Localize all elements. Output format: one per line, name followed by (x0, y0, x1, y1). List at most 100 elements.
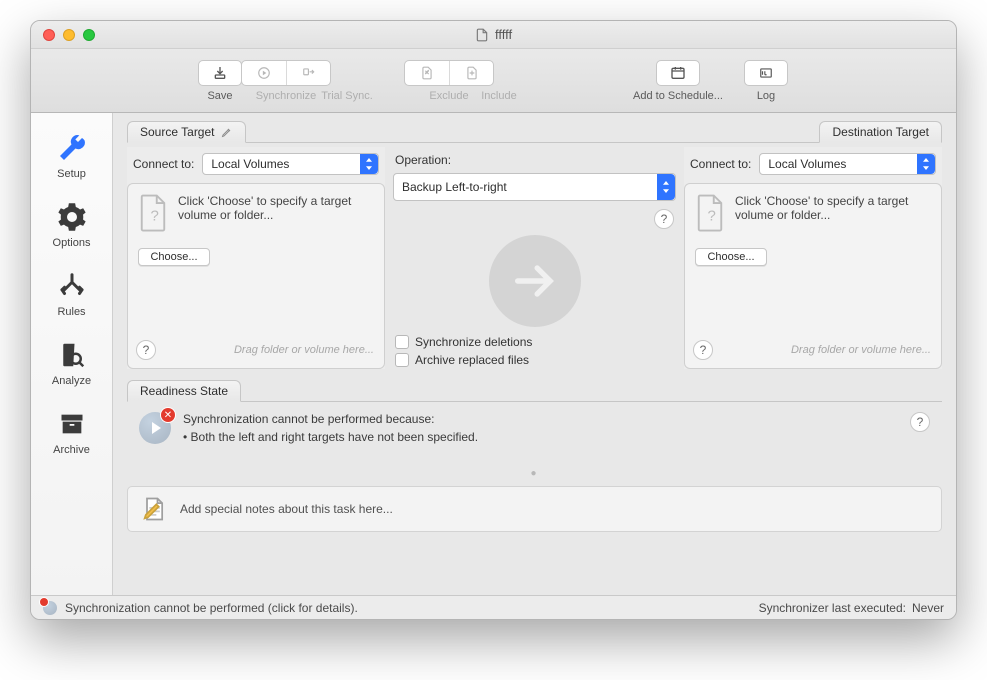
tab-readiness-state[interactable]: Readiness State (127, 380, 241, 402)
sidebar-label-setup: Setup (57, 168, 86, 180)
svg-text:?: ? (708, 208, 716, 225)
status-last-executed-label: Synchronizer last executed: (759, 601, 906, 615)
toolbar-include[interactable]: Include (475, 60, 523, 102)
sidebar: Setup Options Rules Analyze (31, 113, 113, 595)
source-connect-select[interactable]: Local Volumes (202, 153, 379, 175)
toolbar-add-schedule-label: Add to Schedule... (633, 90, 723, 102)
toolbar-synchronize-label: Synchronize (256, 90, 317, 102)
toolbar-trial-sync[interactable]: Trial Sync. (319, 60, 375, 102)
notes-placeholder: Add special notes about this task here..… (180, 502, 393, 516)
chevron-up-down-icon (657, 174, 675, 200)
gear-icon (55, 200, 89, 234)
wrench-icon (55, 131, 89, 165)
close-window-button[interactable] (43, 29, 55, 41)
source-choose-button[interactable]: Choose... (138, 248, 210, 266)
play-icon (257, 66, 271, 80)
destination-connect-value: Local Volumes (768, 157, 846, 171)
archive-replaced-checkbox[interactable]: Archive replaced files (393, 351, 676, 369)
toolbar-save-label: Save (207, 90, 232, 102)
archive-replaced-label: Archive replaced files (415, 353, 529, 367)
save-icon (212, 65, 228, 81)
toolbar-log-label: Log (757, 90, 775, 102)
destination-choose-button[interactable]: Choose... (695, 248, 767, 266)
tab-destination-target[interactable]: Destination Target (819, 121, 942, 143)
toolbar-include-group: Exclude Include (423, 60, 523, 102)
destination-panel: Connect to: Local Volumes (684, 147, 942, 369)
tab-destination-label: Destination Target (832, 125, 929, 139)
toolbar-trial-sync-label: Trial Sync. (321, 90, 373, 102)
status-text: Synchronization cannot be performed (cli… (65, 601, 358, 615)
source-help-button[interactable]: ? (136, 340, 156, 360)
toolbar: Save Synchronize Trial Sync. (31, 49, 956, 113)
operation-panel: Operation: Backup Left-to-right ? (393, 147, 676, 369)
destination-drop-zone[interactable]: ? Click 'Choose' to specify a target vol… (684, 183, 942, 369)
sidebar-label-analyze: Analyze (52, 375, 91, 387)
notes-field[interactable]: Add special notes about this task here..… (127, 486, 942, 532)
source-panel: Connect to: Local Volumes (127, 147, 385, 369)
svg-text:?: ? (151, 208, 159, 225)
sidebar-item-analyze[interactable]: Analyze (31, 330, 112, 399)
main-area: Source Target Destination Target Connect… (113, 113, 956, 595)
readiness-help-button[interactable]: ? (910, 412, 930, 432)
minimize-window-button[interactable] (63, 29, 75, 41)
status-bar: Synchronization cannot be performed (cli… (31, 595, 956, 619)
operation-select[interactable]: Backup Left-to-right (393, 173, 676, 201)
notes-icon (140, 495, 168, 523)
sidebar-item-rules[interactable]: Rules (31, 261, 112, 330)
rules-icon (55, 269, 89, 303)
checkbox-icon (395, 353, 409, 367)
checkbox-icon (395, 335, 409, 349)
operation-help-button[interactable]: ? (654, 209, 674, 229)
sidebar-label-archive: Archive (53, 444, 90, 456)
archive-icon (55, 407, 89, 441)
window-controls (31, 29, 95, 41)
toolbar-add-schedule[interactable]: Add to Schedule... (623, 60, 733, 102)
toolbar-sync-group: Synchronize Trial Sync. (253, 60, 375, 102)
destination-connect-select[interactable]: Local Volumes (759, 153, 936, 175)
source-connect-value: Local Volumes (211, 157, 289, 171)
readiness-reason-heading: Synchronization cannot be performed beca… (183, 412, 478, 426)
status-error-icon (43, 601, 57, 615)
sync-deletions-checkbox[interactable]: Synchronize deletions (393, 333, 676, 351)
chevron-up-down-icon (917, 154, 935, 174)
operation-value: Backup Left-to-right (402, 180, 507, 194)
sidebar-item-setup[interactable]: Setup (31, 123, 112, 192)
splitter-handle[interactable]: ● (127, 470, 942, 476)
destination-hint: Drag folder or volume here... (791, 344, 931, 356)
edit-icon[interactable] (221, 126, 233, 138)
log-icon (757, 66, 775, 80)
exclude-icon (420, 65, 434, 81)
sidebar-item-archive[interactable]: Archive (31, 399, 112, 468)
sidebar-item-options[interactable]: Options (31, 192, 112, 261)
trial-sync-icon (301, 66, 317, 80)
destination-help-button[interactable]: ? (693, 340, 713, 360)
toolbar-include-label: Include (481, 90, 516, 102)
zoom-window-button[interactable] (83, 29, 95, 41)
tab-source-label: Source Target (140, 125, 215, 139)
document-icon (475, 28, 489, 42)
tab-source-target[interactable]: Source Target (127, 121, 246, 143)
source-connect-label: Connect to: (133, 157, 194, 171)
status-last-executed-value: Never (912, 601, 944, 615)
toolbar-synchronize[interactable]: Synchronize (253, 60, 319, 102)
readiness-reason-item: • Both the left and right targets have n… (183, 430, 478, 444)
unknown-file-icon: ? (695, 194, 725, 232)
window-title: fffff (495, 27, 512, 42)
tab-readiness-label: Readiness State (140, 384, 228, 398)
source-drop-zone[interactable]: ? Click 'Choose' to specify a target vol… (127, 183, 385, 369)
toolbar-exclude[interactable]: Exclude (423, 60, 475, 102)
calendar-icon (669, 65, 687, 81)
sync-deletions-label: Synchronize deletions (415, 335, 532, 349)
destination-connect-label: Connect to: (690, 157, 751, 171)
direction-arrow-icon (489, 235, 581, 327)
app-window: fffff Save (30, 20, 957, 620)
toolbar-log[interactable]: Log (733, 60, 799, 102)
source-drop-text: Click 'Choose' to specify a target volum… (178, 194, 374, 232)
unknown-file-icon: ? (138, 194, 168, 232)
title-bar: fffff (31, 21, 956, 49)
status-left-button[interactable]: Synchronization cannot be performed (cli… (43, 601, 358, 615)
sidebar-label-rules: Rules (57, 306, 85, 318)
toolbar-exclude-label: Exclude (429, 90, 468, 102)
analyze-icon (55, 338, 89, 372)
readiness-error-icon: ✕ (139, 412, 171, 444)
